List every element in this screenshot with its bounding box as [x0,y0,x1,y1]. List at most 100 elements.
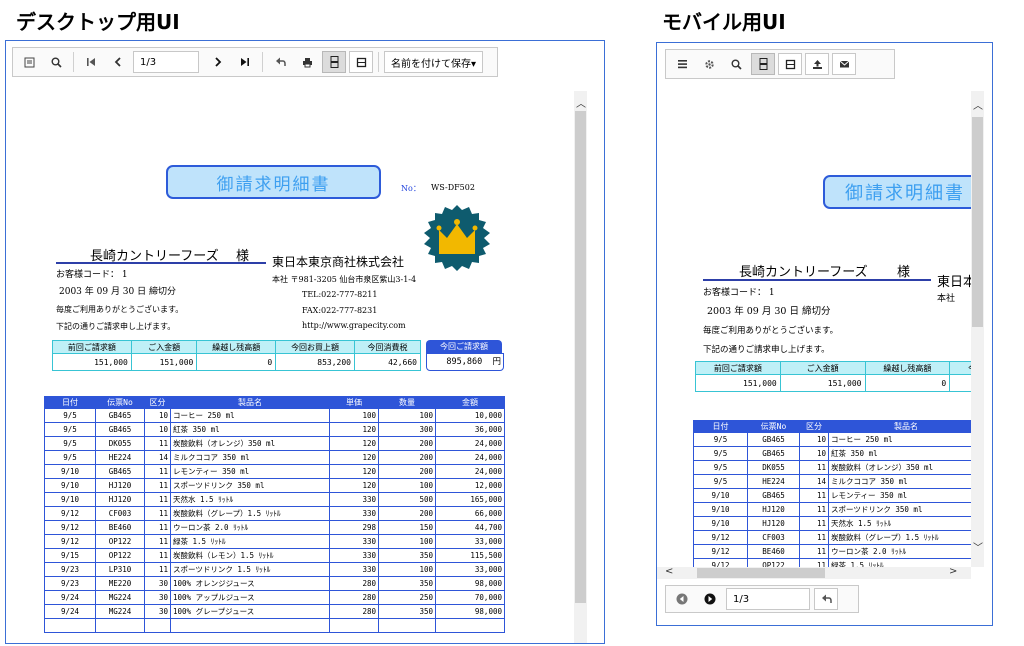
single-page-icon [785,59,795,69]
mobile-continuous-view-button[interactable] [751,53,775,75]
email-button[interactable] [832,53,856,75]
table-cell: MG224 [95,590,145,605]
scroll-right-icon[interactable]: > [949,566,957,577]
print-button[interactable] [295,51,319,73]
next-page-button[interactable] [206,51,230,73]
table-cell: 14 [144,450,171,465]
detail-table: 日付 伝票No 区分 製品名 9/5 GB465 10 コーヒー 250 ml 9/5 G… [693,420,971,567]
continuous-view-button[interactable] [322,51,346,73]
mobile-search-button[interactable] [724,53,748,75]
table-cell: 330 [329,534,379,549]
report-title: 御請求明細書 [823,175,971,209]
first-page-button[interactable] [79,51,103,73]
table-cell: 11 [144,520,171,535]
summary-header: 今回消費税 [353,340,422,354]
last-page-button[interactable] [233,51,257,73]
mobile-footer: 1/3 [665,585,859,613]
continuous-view-icon [759,58,767,70]
next-page-button[interactable] [698,588,722,610]
detail-header: 数量 [378,396,436,409]
search-button[interactable] [44,51,68,73]
table-cell: 9/5 [44,408,96,423]
table-cell: OP122 [747,558,800,567]
summary-value: 42,660 [353,353,422,371]
single-page-view-button[interactable] [349,51,373,73]
table-row: 9/23 LP310 11 スポーツドリンク 1.5 ﾘｯﾄﾙ 330 100 33,000 [44,562,505,577]
table-cell: 9/24 [44,590,96,605]
table-cell: 9/23 [44,562,96,577]
horizontal-scrollbar[interactable]: < > [657,566,971,579]
page-number-input[interactable]: 1/3 [133,51,199,73]
vertical-scrollbar[interactable]: ︿ [574,91,587,643]
table-cell: 11 [799,530,829,545]
table-cell: 330 [329,492,379,507]
scroll-up-icon[interactable]: ︿ [576,95,586,110]
customer-underline [56,262,266,264]
export-button[interactable] [805,53,829,75]
customer-code: お客様コード： 1 [703,288,775,298]
scroll-down-icon[interactable]: ﹀ [973,539,983,554]
table-row-empty [44,618,505,633]
table-cell: 11 [144,548,171,563]
table-row: 9/12 BE460 11 ウーロン茶 2.0 ﾘｯﾄﾙ [693,544,971,559]
table-cell: 24,000 [435,450,505,465]
summary-value: 0 [196,353,277,371]
table-cell: 280 [329,590,379,605]
hamburger-menu-icon [677,60,687,69]
table-cell: 9/12 [693,530,748,545]
page-number-input[interactable]: 1/3 [726,588,810,610]
table-cell: GB465 [747,432,800,447]
detail-header-row: 日付 伝票No 区分 製品名 単価 数量 金額 [44,396,505,409]
vertical-scrollbar[interactable]: ︿ ﹀ [971,91,984,567]
last-page-icon [241,58,249,66]
scroll-up-icon[interactable]: ︿ [973,97,983,112]
table-cell: ミルクココア 350 ml [828,474,971,489]
table-cell: DK055 [747,460,800,475]
table-cell: 500 [378,492,436,507]
table-cell: 11 [144,562,171,577]
back-button[interactable] [268,51,292,73]
table-cell: 9/10 [44,464,96,479]
table-cell: 9/10 [44,492,96,507]
table-cell: 11 [144,464,171,479]
prev-page-button[interactable] [670,588,694,610]
table-cell: 11 [799,460,829,475]
toggle-sidebar-button[interactable] [17,51,41,73]
back-button[interactable] [814,588,838,610]
table-cell: レモンティー 350 ml [828,488,971,503]
scrollbar-thumb[interactable] [972,117,983,327]
table-cell: 9/5 [693,474,748,489]
scrollbar-thumb[interactable] [575,111,586,603]
table-cell: HJ120 [747,502,800,517]
table-cell: GB465 [95,408,145,423]
table-cell: レモンティー 350 ml [170,464,330,479]
table-cell: 100% グレープジュース [170,604,330,619]
menu-button[interactable] [670,53,694,75]
summary-header: 前回ご請求額 [52,340,132,354]
table-cell: 9/5 [693,432,748,447]
table-cell: 10 [144,408,171,423]
table-cell: 200 [378,436,436,451]
prev-page-button[interactable] [106,51,130,73]
table-cell: 9/5 [44,450,96,465]
mobile-single-page-button[interactable] [778,53,802,75]
table-cell: コーヒー 250 ml [828,432,971,447]
table-row: 9/5 DK055 11 炭酸飲料（オレンジ）350 ml 120 200 24,000 [44,436,505,451]
table-cell: 36,000 [435,422,505,437]
table-cell [95,618,145,633]
summary-header-row: 前回ご請求額 ご入金額 繰越し残高額 今回お買上額 今回消費税 [52,340,422,354]
settings-button[interactable] [697,53,721,75]
table-cell [435,618,505,633]
toolbar-divider [378,52,379,72]
scroll-left-icon[interactable]: < [665,566,673,577]
mobile-toolbar [665,49,895,79]
customer-underline [703,279,931,281]
current-billing-box: 895,860 円 [426,353,504,371]
horizontal-scrollbar-thumb[interactable] [697,568,825,578]
table-cell: OP122 [95,534,145,549]
save-as-dropdown[interactable]: 名前を付けて保存▾ [384,51,484,73]
toolbar-divider [73,52,74,72]
table-cell [378,618,436,633]
table-cell: 120 [329,464,379,479]
table-row: 9/10 HJ120 11 天然水 1.5 ﾘｯﾄﾙ [693,516,971,531]
